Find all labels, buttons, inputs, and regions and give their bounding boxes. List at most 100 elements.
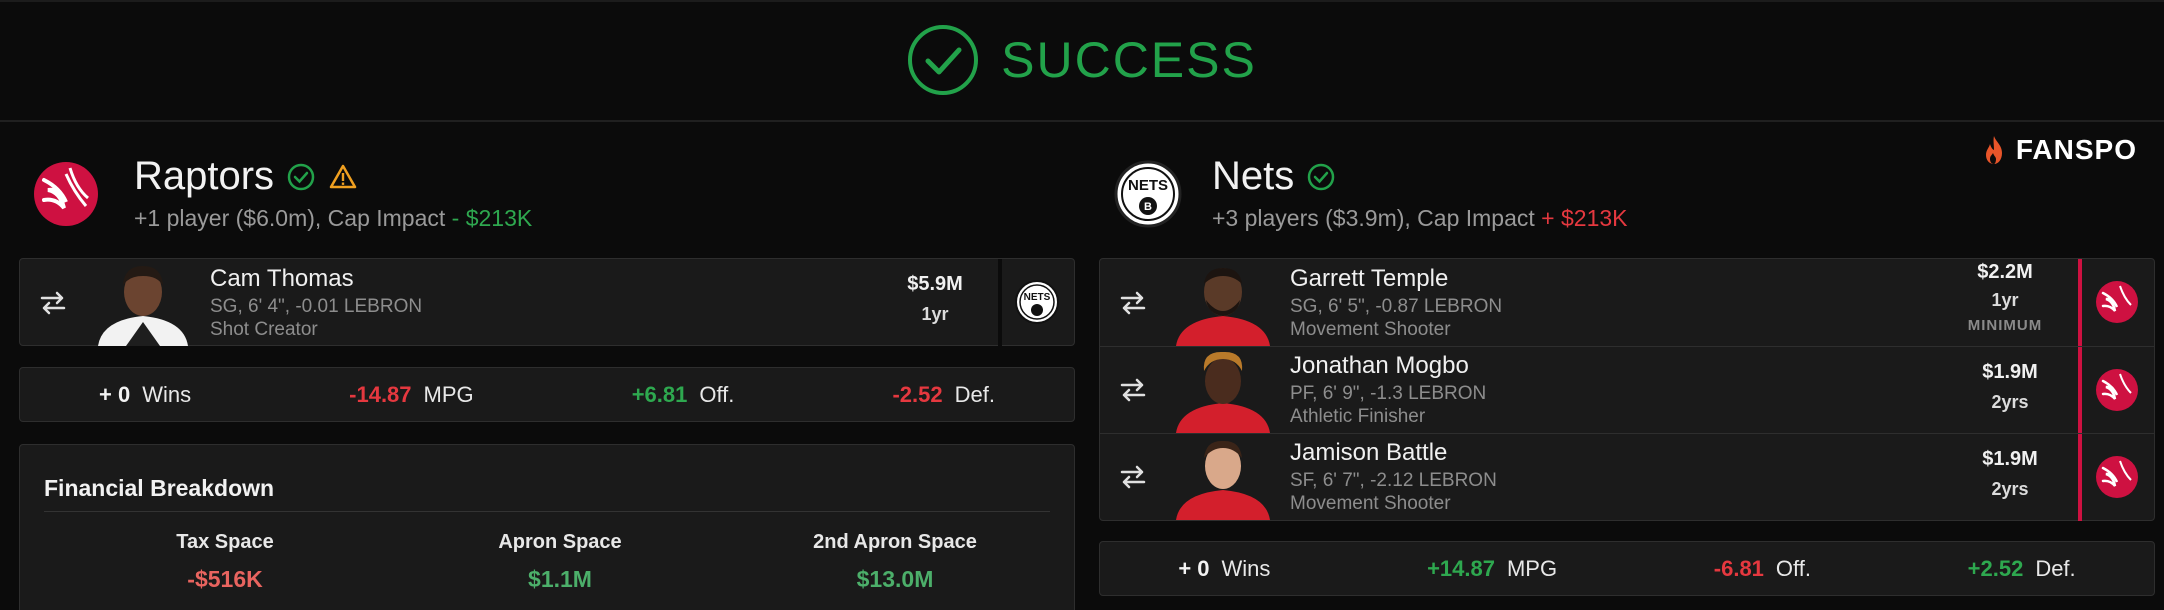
team-name: Nets (1212, 154, 1295, 198)
check-circle-icon (1308, 163, 1335, 190)
player-salary: $1.9M (1982, 361, 2038, 383)
stat-label: Wins (142, 382, 192, 407)
stats-row: + 0 Wins -14.87 MPG +6.81 Off. -2.52 Def. (20, 368, 1074, 422)
player-info: Jonathan Mogbo PF, 6' 9", -1.3 LEBRON At… (1290, 352, 1486, 428)
destination-divider (2078, 434, 2082, 521)
team-name: Raptors (134, 154, 275, 198)
player-row[interactable]: Jonathan Mogbo PF, 6' 9", -1.3 LEBRON At… (1100, 346, 2154, 434)
stat-label: Off. (699, 382, 735, 407)
divider (44, 511, 1050, 512)
team-summary-text: +1 player ($6.0m), Cap Impact (134, 205, 446, 231)
financial-breakdown-panel: Financial Breakdown Tax Space -$516K Apr… (19, 444, 1075, 610)
team-info: Nets +3 players ($3.9m), Cap Impact + $2… (1212, 154, 1628, 232)
stat-label: MPG (423, 382, 474, 407)
stat-value: -2.52 (892, 382, 943, 407)
swap-arrows-icon[interactable] (1118, 375, 1148, 405)
tax-space: Tax Space -$516K (75, 531, 375, 593)
player-name[interactable]: Jamison Battle (1290, 439, 1497, 467)
stat-label: Off. (1775, 556, 1811, 581)
player-salary: $1.9M (1982, 448, 2038, 470)
player-role: Athletic Finisher (1290, 406, 1426, 427)
player-headshot (1176, 440, 1270, 520)
fanspo-logo[interactable]: FANSPO (1980, 134, 2137, 166)
player-salary: $2.2M (1977, 261, 2033, 283)
stat-label: Def. (2035, 556, 2076, 581)
stat-off: +6.81 Off. (632, 382, 735, 408)
stat-value: + 0 (99, 382, 131, 407)
status-text: SUCCESS (1001, 32, 1257, 88)
impact-stats-nets: + 0 Wins +14.87 MPG -6.81 Off. +2.52 Def. (1099, 541, 2155, 596)
check-circle-icon (287, 163, 315, 190)
flame-icon (1985, 136, 2002, 164)
destination-divider (2078, 259, 2082, 346)
stat-label: MPG (1506, 556, 1558, 581)
player-role: Movement Shooter (1290, 493, 1451, 514)
player-row[interactable]: Cam Thomas SG, 6' 4", -0.01 LEBRON Shot … (20, 259, 1074, 346)
destination-divider (2078, 347, 2082, 434)
stat-value: -14.87 (349, 382, 412, 407)
player-row[interactable]: Jamison Battle SF, 6' 7", -2.12 LEBRON M… (1100, 433, 2154, 521)
player-info: Cam Thomas SG, 6' 4", -0.01 LEBRON Shot … (210, 265, 422, 341)
player-info: Garrett Temple SG, 6' 5", -0.87 LEBRON M… (1290, 265, 1502, 341)
team-summary: +1 player ($6.0m), Cap Impact - $213K (134, 205, 532, 232)
player-role: Shot Creator (210, 318, 318, 340)
brand-name: FANSPO (2015, 134, 2137, 165)
fin-value: $1.1M (528, 566, 592, 592)
stats-row: + 0 Wins +14.87 MPG -6.81 Off. +2.52 Def. (1100, 542, 2154, 596)
player-contract: $1.9M 2yrs (1970, 448, 2050, 500)
player-row[interactable]: Garrett Temple SG, 6' 5", -0.87 LEBRON M… (1100, 259, 2154, 346)
nets-logo-icon: NETS (1015, 280, 1059, 324)
warning-icon (329, 164, 357, 188)
team-name-row: Nets (1212, 154, 1628, 199)
player-contract: $5.9M 1yr (900, 273, 970, 325)
player-meta: PF, 6' 9", -1.3 LEBRON (1290, 383, 1487, 404)
player-contract: $1.9M 2yrs (1970, 361, 2050, 413)
fin-label: Tax Space (176, 531, 274, 553)
stat-wins: + 0 Wins (1178, 556, 1270, 582)
stat-value: + 0 (1178, 556, 1210, 581)
swap-arrows-icon[interactable] (1118, 288, 1148, 318)
swap-arrows-icon[interactable] (38, 288, 68, 318)
trade-status-banner: SUCCESS (0, 0, 2164, 122)
fin-value: $13.0M (856, 566, 934, 592)
nets-logo-icon: NETS B (1114, 160, 1182, 228)
svg-text:NETS: NETS (1024, 292, 1051, 303)
player-years: 2yrs (1991, 479, 2029, 499)
player-years: 1yr (921, 304, 949, 324)
stat-off: -6.81 Off. (1714, 556, 1811, 582)
team-summary-text: +3 players ($3.9m), Cap Impact (1212, 205, 1535, 231)
player-name[interactable]: Garrett Temple (1290, 265, 1502, 293)
success-check-icon (908, 25, 979, 95)
player-headshot (1176, 351, 1270, 433)
player-name[interactable]: Cam Thomas (210, 265, 422, 293)
svg-text:B: B (1144, 201, 1152, 213)
financial-breakdown-title: Financial Breakdown (44, 475, 275, 501)
player-name[interactable]: Jonathan Mogbo (1290, 352, 1486, 380)
team-header-raptors: Raptors +1 player ($6.0m), Cap Impact - … (30, 154, 532, 232)
stat-def: -2.52 Def. (892, 382, 995, 408)
second-apron-space: 2nd Apron Space $13.0M (745, 531, 1045, 593)
swap-arrows-icon[interactable] (1118, 462, 1148, 492)
player-meta: SG, 6' 5", -0.87 LEBRON (1290, 295, 1503, 317)
fin-label: Apron Space (498, 531, 622, 553)
apron-space: Apron Space $1.1M (410, 531, 710, 593)
stat-mpg: -14.87 MPG (349, 382, 474, 408)
player-headshot (1176, 268, 1270, 346)
stat-label: Wins (1221, 556, 1271, 581)
contract-flag: MINIMUM (1967, 317, 2043, 334)
svg-text:NETS: NETS (1128, 177, 1168, 194)
fin-label: 2nd Apron Space (813, 531, 977, 553)
impact-stats-raptors: + 0 Wins -14.87 MPG +6.81 Off. -2.52 Def. (19, 367, 1075, 422)
stat-label: Def. (954, 382, 995, 407)
raptors-logo-icon (2096, 369, 2138, 411)
stat-value: +14.87 (1427, 556, 1495, 581)
player-role: Movement Shooter (1290, 318, 1451, 340)
player-info: Jamison Battle SF, 6' 7", -2.12 LEBRON M… (1290, 439, 1497, 515)
stat-wins: + 0 Wins (99, 382, 191, 408)
outgoing-players-raptors: Cam Thomas SG, 6' 4", -0.01 LEBRON Shot … (19, 258, 1075, 346)
raptors-logo-icon (2096, 456, 2138, 498)
team-header-nets: NETS B Nets +3 players ($3.9m), Cap Impa… (1112, 154, 1628, 232)
stat-value: -6.81 (1713, 556, 1764, 581)
player-headshot (98, 266, 188, 346)
cap-impact-value: + $213K (1541, 205, 1628, 231)
